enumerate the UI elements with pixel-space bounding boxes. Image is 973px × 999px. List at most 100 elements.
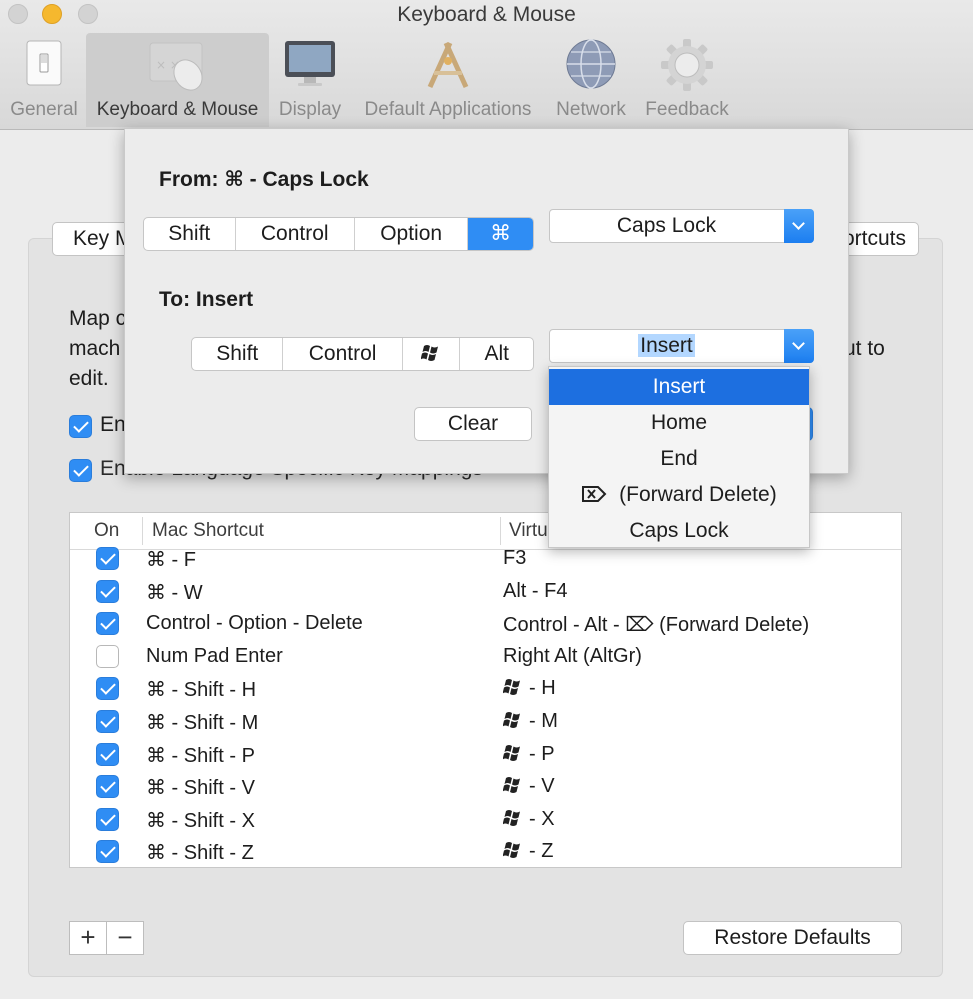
enable-mappings-checkbox[interactable] [69, 415, 92, 438]
tab-label: ortcuts [843, 227, 907, 250]
keyboard-mouse-icon: × × [146, 37, 210, 98]
virtual-shortcut-cell: - V [502, 775, 555, 800]
virtual-shortcut-cell: - P [502, 742, 555, 768]
mac-shortcut-cell: ⌘ - Shift - X [146, 809, 255, 832]
row-enabled-checkbox[interactable] [96, 579, 119, 603]
to-key-value: Insert [638, 334, 695, 357]
applications-icon [420, 37, 476, 96]
virtual-shortcut-text: Right Alt (AltGr) [503, 644, 642, 667]
table-row[interactable]: ⌘ - Shift - M - M [70, 706, 901, 739]
from-heading: From: ⌘ - Caps Lock [159, 168, 369, 191]
from-modifier-command[interactable]: ⌘ [468, 218, 533, 250]
windows-logo-icon [502, 809, 523, 833]
table-row[interactable]: ⌘ - Shift - V - V [70, 771, 901, 804]
column-header-mac-shortcut[interactable]: Mac Shortcut [152, 520, 264, 542]
row-enabled-checkbox[interactable] [96, 644, 119, 668]
menu-item-insert[interactable]: Insert [549, 369, 809, 405]
toolbar-label: Keyboard & Mouse [96, 99, 259, 120]
virtual-shortcut-text: - H [529, 677, 556, 700]
to-key-popup[interactable]: Insert [549, 329, 814, 363]
add-mapping-button[interactable]: + [69, 921, 107, 955]
mac-shortcut-cell: ⌘ - Shift - H [146, 679, 257, 702]
forward-delete-icon [581, 483, 619, 506]
window-title: Keyboard & Mouse [397, 3, 576, 26]
mac-shortcut-cell: Control - Option - Delete [146, 612, 363, 635]
from-key-popup[interactable]: Caps Lock [549, 209, 814, 243]
table-row[interactable]: ⌘ - Shift - X - X [70, 804, 901, 837]
table-row[interactable]: ⌘ - Shift - P - P [70, 739, 901, 772]
description-line: ut to [844, 337, 885, 360]
clear-button[interactable]: Clear [414, 407, 532, 441]
toolbar-label: General [10, 99, 78, 120]
from-modifier-option[interactable]: Option [355, 218, 469, 250]
row-enabled-checkbox[interactable] [96, 807, 119, 831]
table-row[interactable]: Num Pad Enter Right Alt (AltGr) [70, 641, 901, 674]
virtual-shortcut-cell: Control - Alt - ⌦ (Forward Delete) [503, 612, 809, 637]
toolbar-general[interactable]: General [4, 33, 84, 127]
row-enabled-checkbox[interactable] [96, 612, 119, 636]
virtual-shortcut-text: - P [529, 742, 555, 765]
language-mappings-checkbox[interactable] [69, 459, 92, 482]
menu-item-caps-lock[interactable]: Caps Lock [549, 513, 809, 549]
row-enabled-checkbox[interactable] [96, 840, 119, 864]
row-enabled-checkbox[interactable] [96, 677, 119, 701]
windows-logo-icon [420, 342, 441, 365]
row-enabled-checkbox[interactable] [96, 710, 119, 733]
row-enabled-checkbox[interactable] [96, 775, 119, 799]
chevron-down-icon [784, 329, 814, 363]
to-modifier-control[interactable]: Control [283, 338, 403, 370]
toolbar-display[interactable]: Display [272, 33, 348, 127]
toolbar-label: Feedback [645, 99, 729, 120]
virtual-shortcut-text: F3 [503, 547, 527, 569]
mac-shortcut-cell: ⌘ - Shift - P [146, 744, 255, 767]
remove-mapping-button[interactable]: − [106, 921, 144, 955]
mac-shortcut-cell: ⌘ - Shift - M [146, 712, 259, 734]
title-bar: Keyboard & Mouse General × × Keyboard & … [0, 0, 973, 130]
table-row[interactable]: ⌘ - W Alt - F4 [70, 576, 901, 609]
virtual-shortcut-text: Control - Alt - ⌦ (Forward Delete) [503, 614, 810, 637]
virtual-shortcut-text: - V [529, 775, 555, 798]
toolbar-default-applications[interactable]: Default Applications [356, 33, 540, 127]
table-row[interactable]: ⌘ - Shift - H - H [70, 673, 901, 706]
toolbar-feedback[interactable]: Feedback [640, 33, 734, 127]
virtual-shortcut-text: - M [529, 710, 558, 732]
mac-shortcut-cell: ⌘ - F [146, 549, 196, 571]
virtual-shortcut-cell: Alt - F4 [503, 580, 567, 603]
chevron-down-icon [784, 209, 814, 243]
row-enabled-checkbox[interactable] [96, 547, 119, 570]
menu-item-forward-delete[interactable]: (Forward Delete) [549, 477, 809, 513]
column-header-virtual[interactable]: Virtu [509, 520, 548, 542]
virtual-shortcut-cell: Right Alt (AltGr) [503, 645, 642, 668]
from-modifier-shift[interactable]: Shift [144, 218, 236, 250]
windows-logo-icon [502, 776, 523, 800]
table-row[interactable]: ⌘ - Shift - Z - Z [70, 836, 901, 867]
toolbar-network[interactable]: Network [550, 33, 632, 127]
windows-logo-icon [502, 841, 523, 865]
to-modifier-windows[interactable] [403, 338, 461, 370]
row-enabled-checkbox[interactable] [96, 742, 119, 766]
virtual-shortcut-cell: - H [502, 677, 556, 702]
description-line: mach [69, 337, 121, 360]
column-header-on[interactable]: On [94, 520, 119, 542]
display-icon [282, 37, 338, 94]
windows-logo-icon [502, 744, 523, 768]
toolbar-label: Display [278, 99, 342, 120]
from-modifier-segments: Shift Control Option ⌘ [143, 217, 534, 251]
to-modifier-shift[interactable]: Shift [192, 338, 284, 370]
mac-shortcut-cell: ⌘ - Shift - Z [146, 842, 254, 865]
enable-mappings-label: En [100, 413, 126, 436]
shortcuts-table[interactable]: On Mac Shortcut Virtu ⌘ - F F3 ⌘ - W Alt - … [69, 512, 902, 868]
table-row[interactable]: Control - Option - Delete Control - Alt -… [70, 608, 901, 641]
from-modifier-control[interactable]: Control [236, 218, 355, 250]
from-key-value: Caps Lock [616, 214, 717, 237]
to-modifier-alt[interactable]: Alt [460, 338, 533, 370]
toolbar-keyboard-mouse[interactable]: × × Keyboard & Mouse [86, 33, 269, 127]
restore-defaults-button[interactable]: Restore Defaults [683, 921, 902, 955]
virtual-shortcut-cell: F3 [503, 547, 526, 570]
virtual-shortcut-text: - Z [529, 840, 554, 863]
windows-logo-icon [502, 678, 523, 702]
virtual-shortcut-text: - X [529, 807, 555, 830]
menu-item-end[interactable]: End [549, 441, 809, 477]
menu-item-home[interactable]: Home [549, 405, 809, 441]
mac-shortcut-cell: ⌘ - Shift - V [146, 777, 255, 800]
